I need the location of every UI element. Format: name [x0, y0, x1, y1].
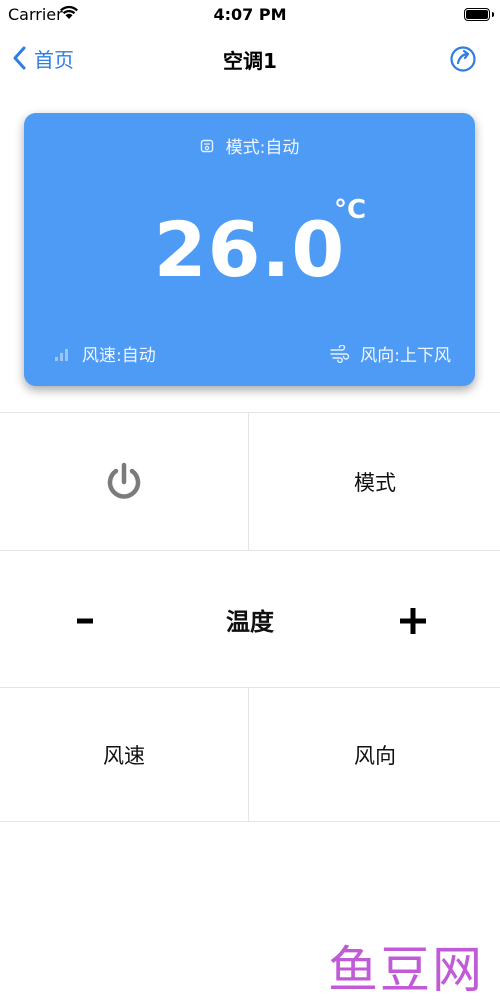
power-button[interactable] — [0, 413, 249, 550]
control-row-power-mode: 模式 — [0, 413, 500, 551]
battery-icon — [464, 8, 494, 21]
mode-status: 模式:自动 — [24, 133, 475, 158]
plus-icon — [400, 608, 426, 634]
mode-button-label: 模式 — [354, 470, 396, 495]
fan-speed-button-label: 风速 — [103, 743, 145, 768]
mode-icon — [200, 139, 213, 152]
temperature-up-button[interactable] — [388, 591, 438, 651]
mode-button[interactable]: 模式 — [250, 413, 500, 550]
ac-status-card: 模式:自动 26.0 °C 风速:自动 风向:上下风 — [24, 113, 475, 386]
control-row-temperature: 温度 — [0, 551, 500, 688]
fan-direction-status-text: 风向:上下风 — [360, 346, 451, 366]
nav-bar: 首页 空调1 — [0, 30, 500, 86]
fan-speed-status: 风速:自动 — [54, 341, 156, 366]
status-bar: Carrier 4:07 PM — [0, 0, 500, 30]
fan-direction-status: 风向:上下风 — [330, 341, 451, 366]
temperature-value: 26.0 — [153, 205, 346, 294]
temperature-down-button[interactable] — [60, 591, 110, 651]
signal-bars-icon — [55, 348, 68, 361]
minus-icon — [77, 618, 93, 624]
fan-speed-status-text: 风速:自动 — [82, 346, 156, 366]
control-row-fan: 风速 风向 — [0, 688, 500, 822]
chevron-left-icon — [13, 46, 26, 70]
control-grid: 模式 温度 风速 风向 — [0, 412, 500, 822]
back-label: 首页 — [34, 47, 74, 72]
fan-direction-button-label: 风向 — [354, 743, 396, 768]
temperature-unit: °C — [334, 195, 367, 225]
wind-icon — [330, 344, 350, 363]
fan-direction-button[interactable]: 风向 — [250, 688, 500, 821]
page-title: 空调1 — [223, 49, 277, 73]
screen: Carrier 4:07 PM 首页 空调1 模式:自动 26.0 °C 风速:… — [0, 0, 500, 1000]
fan-speed-button[interactable]: 风速 — [0, 688, 249, 821]
clock: 4:07 PM — [213, 5, 287, 24]
power-icon — [107, 462, 141, 499]
back-button[interactable]: 首页 — [12, 42, 74, 74]
share-icon[interactable] — [446, 42, 480, 76]
watermark: 鱼豆网 — [328, 941, 484, 999]
mode-status-text: 模式:自动 — [225, 138, 300, 158]
